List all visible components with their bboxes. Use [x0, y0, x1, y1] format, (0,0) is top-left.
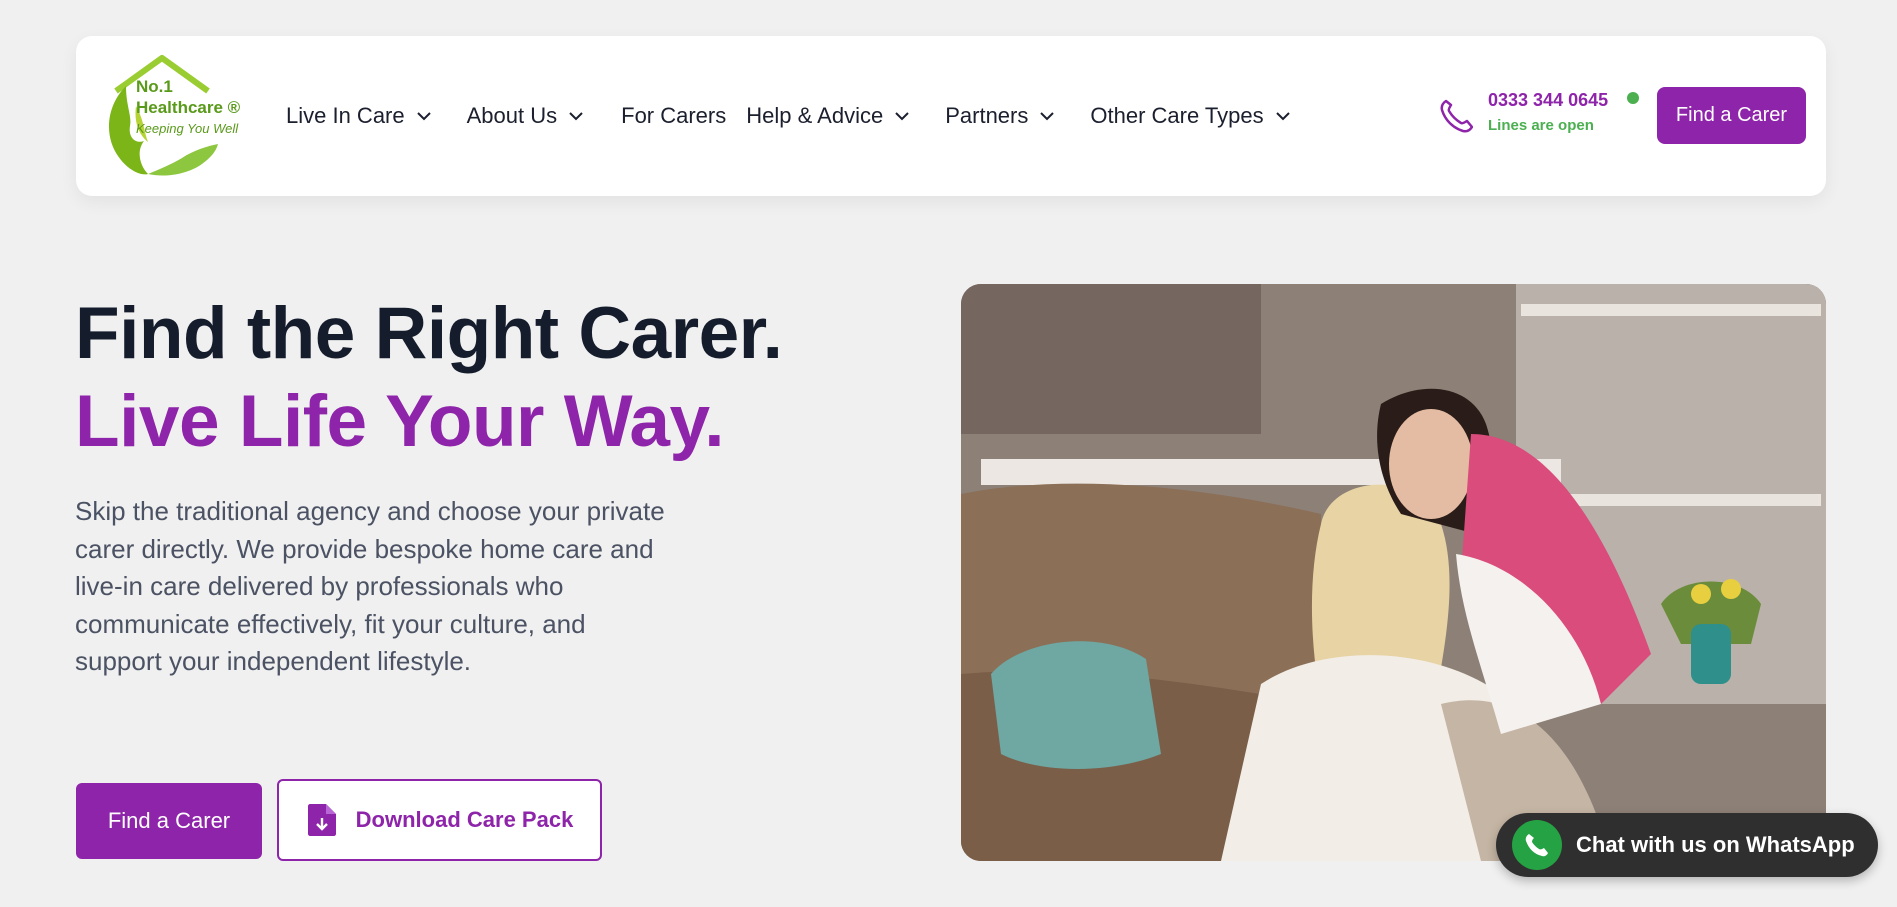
chevron-down-icon	[1275, 112, 1290, 121]
nav-item-help-advice[interactable]: Help & Advice	[746, 103, 911, 129]
online-status-dot	[1627, 92, 1639, 104]
brand-tagline: Keeping You Well	[136, 121, 239, 136]
find-a-carer-header-button[interactable]: Find a Carer	[1657, 87, 1806, 144]
hero-photo	[961, 284, 1826, 861]
brand-line1: No.1	[136, 77, 173, 96]
site-header: No.1 Healthcare ® Keeping You Well Live …	[76, 36, 1826, 196]
nav-label: Live In Care	[286, 103, 405, 128]
nav-item-partners[interactable]: Partners	[945, 103, 1056, 129]
hero-title-line2: Live Life Your Way.	[75, 381, 725, 462]
whatsapp-label: Chat with us on WhatsApp	[1576, 832, 1855, 857]
download-care-pack-button[interactable]: Download Care Pack	[277, 779, 602, 861]
nav-item-other-care-types[interactable]: Other Care Types	[1090, 103, 1291, 129]
chevron-down-icon	[1040, 112, 1055, 121]
find-a-carer-button[interactable]: Find a Carer	[76, 783, 262, 859]
main-nav: Live In Care About Us For Carers Help & …	[286, 36, 1292, 196]
nav-label: Partners	[945, 103, 1029, 128]
nav-label: For Carers	[621, 103, 727, 128]
whatsapp-icon	[1512, 820, 1562, 870]
download-care-pack-label: Download Care Pack	[355, 807, 574, 832]
nav-item-about-us[interactable]: About Us	[467, 103, 586, 129]
chevron-down-icon	[569, 112, 583, 121]
document-download-icon	[307, 804, 336, 836]
brand-wordmark: No.1 Healthcare ® Keeping You Well	[136, 76, 240, 139]
phone-icon	[1525, 834, 1548, 857]
nav-label: Help & Advice	[746, 103, 884, 128]
brand-line2: Healthcare ®	[136, 98, 241, 117]
hero-description: Skip the traditional agency and choose y…	[75, 496, 665, 676]
chevron-down-icon	[416, 112, 431, 121]
nav-label: Other Care Types	[1090, 103, 1264, 128]
carer-and-elderly-woman-image	[961, 284, 1826, 861]
phone-contact[interactable]: 0333 344 0645 Lines are open	[1439, 86, 1639, 146]
phone-number[interactable]: 0333 344 0645	[1488, 90, 1608, 111]
whatsapp-chat-button[interactable]: Chat with us on WhatsApp	[1496, 813, 1878, 877]
hero-title: Find the Right Carer. Live Life Your Way…	[75, 290, 783, 466]
phone-icon	[1440, 99, 1473, 133]
nav-label: About Us	[466, 103, 558, 128]
brand-logo[interactable]: No.1 Healthcare ® Keeping You Well	[96, 46, 246, 186]
nav-item-live-in-care[interactable]: Live In Care	[286, 103, 433, 129]
nav-item-for-carers[interactable]: For Carers	[621, 103, 726, 129]
chevron-down-icon	[895, 112, 909, 121]
lines-open-status: Lines are open	[1488, 117, 1594, 134]
hero-title-line1: Find the Right Carer.	[75, 293, 783, 374]
